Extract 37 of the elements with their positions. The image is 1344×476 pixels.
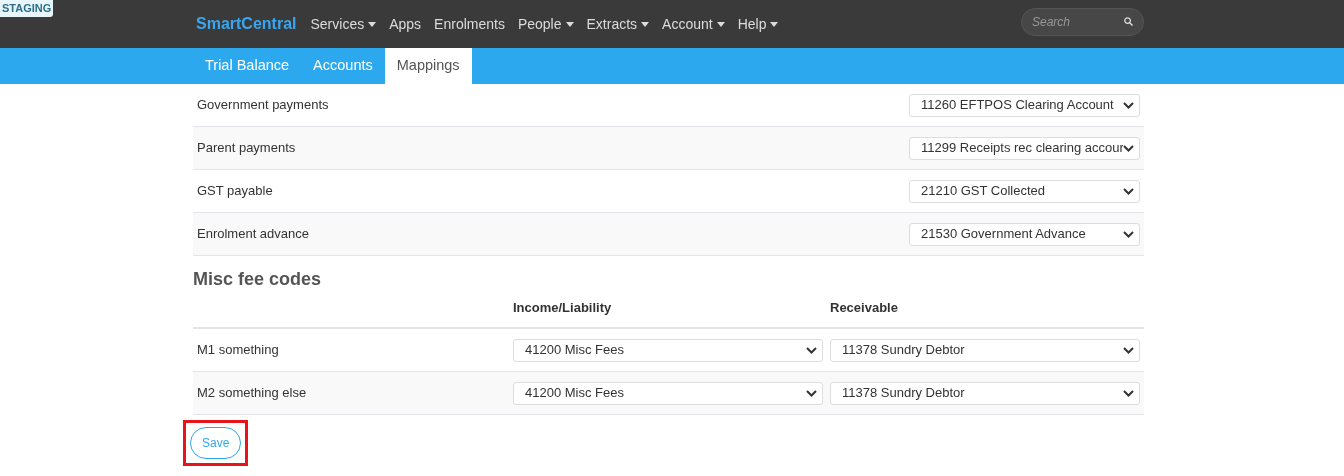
row-label: Government payments [197,96,329,115]
select-field[interactable]: 21210 GST Collected [909,179,1140,203]
row-label: M1 something [197,341,280,360]
row-label: Parent payments [197,139,296,158]
select-field[interactable]: 11299 Receipts rec clearing accour [909,136,1140,160]
tab[interactable]: Mappings [384,48,472,84]
select-field[interactable]: 21530 Government Advance [909,222,1140,246]
nav-menu-item[interactable]: Apps [389,13,422,35]
chevron-down-icon [1123,230,1134,238]
row-label: Enrolment advance [197,225,309,244]
select-field[interactable]: 11378 Sundry Debtor [830,338,1140,362]
search-field[interactable]: Search [1021,8,1144,36]
chevron-down-icon [1123,144,1134,152]
select-field[interactable]: 11260 EFTPOS Clearing Account [909,93,1140,117]
nav-menu-item[interactable]: Services [310,13,377,35]
chevron-down-icon [1123,346,1134,354]
nav-menu-item[interactable]: Help [737,13,779,35]
row-label: M2 something else [197,384,308,403]
select-field[interactable]: 11378 Sundry Debtor [830,381,1140,405]
chevron-down-icon [806,389,817,397]
select-field[interactable]: 41200 Misc Fees [513,381,823,405]
row-label: GST payable [197,182,273,201]
column-header: Income/Liability [513,298,613,317]
chevron-down-icon [1123,187,1134,195]
chevron-down-icon [806,346,817,354]
chevron-down-icon [1123,389,1134,397]
column-header: Receivable [830,298,898,317]
nav-menu-item[interactable]: People [517,13,574,35]
section-title: Misc fee codes [193,268,323,291]
select-field[interactable]: 41200 Misc Fees [513,338,823,362]
nav-menu-item[interactable]: Extracts [586,13,650,35]
chevron-down-icon [1123,101,1134,109]
brand-logo[interactable]: SmartCentral [196,12,297,36]
nav-menu-item[interactable]: Enrolments [434,13,505,35]
search-icon [1124,17,1133,26]
environment-badge: STAGING [0,0,54,17]
nav-menu-item[interactable]: Account [662,13,725,35]
